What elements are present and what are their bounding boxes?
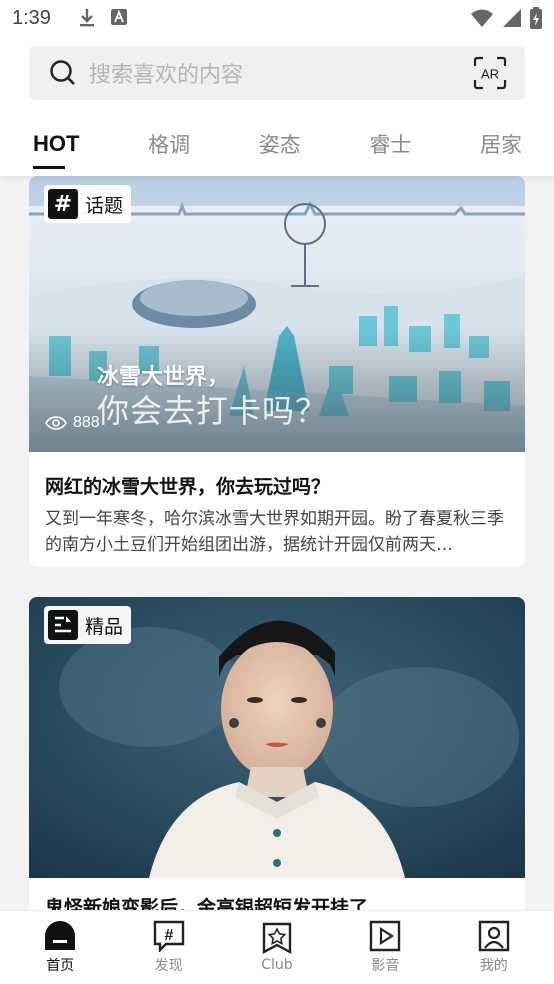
premium-badge: 精品	[44, 606, 132, 644]
club-icon	[260, 922, 294, 954]
discover-icon: #	[152, 920, 186, 952]
tab-style[interactable]: 格调	[148, 129, 190, 165]
status-bar: 1:39	[0, 0, 554, 36]
article-feed: # 话题 冰雪大世界， 你会去打卡吗？ 888 网红的冰雪大世界，你去玩过吗？ …	[0, 176, 554, 910]
nav-profile-label: 我的	[479, 958, 508, 974]
article-image[interactable]: 精品	[29, 597, 525, 878]
signal-icon	[502, 8, 522, 28]
status-time: 1:39	[12, 6, 51, 29]
tab-ruishi[interactable]: 睿士	[369, 129, 411, 165]
article-card[interactable]: 精品 鬼怪新娘变影后，金高银超短发开挂了	[29, 597, 525, 910]
nav-home[interactable]: 首页	[15, 920, 105, 975]
search-input[interactable]: 搜索喜欢的内容 AR	[29, 46, 525, 100]
bottom-navigation: 首页 # 发现 Club 影音 我的	[0, 910, 554, 984]
view-count: 888	[45, 414, 100, 432]
search-area: 搜索喜欢的内容 AR	[0, 36, 554, 118]
home-icon	[43, 920, 77, 952]
article-title[interactable]: 鬼怪新娘变影后，金高银超短发开挂了	[45, 893, 368, 910]
profile-icon	[477, 920, 511, 952]
image-subtitle: 你会去打卡吗？	[97, 392, 329, 430]
eye-icon	[45, 416, 67, 430]
article-title[interactable]: 网红的冰雪大世界，你去玩过吗？	[45, 472, 330, 499]
notification-a-icon	[110, 8, 128, 28]
nav-profile[interactable]: 我的	[449, 920, 539, 975]
article-image[interactable]: # 话题 冰雪大世界， 你会去打卡吗？ 888	[29, 176, 525, 452]
search-placeholder: 搜索喜欢的内容	[89, 63, 244, 88]
article-card[interactable]: # 话题 冰雪大世界， 你会去打卡吗？ 888 网红的冰雪大世界，你去玩过吗？ …	[29, 176, 525, 567]
tab-home-living[interactable]: 居家	[480, 129, 522, 165]
download-icon	[78, 8, 96, 28]
nav-video[interactable]: 影音	[340, 920, 430, 975]
view-count-value: 888	[73, 414, 100, 431]
nav-club[interactable]: Club	[232, 922, 322, 973]
wifi-icon	[470, 8, 494, 28]
ar-scan-icon[interactable]: AR	[473, 56, 507, 90]
nav-home-label: 首页	[46, 958, 75, 974]
document-icon	[48, 610, 78, 640]
article-summary: 又到一年寒冬，哈尔滨冰雪大世界如期开园。盼了春夏秋三季的南方小土豆们开始组团出游…	[45, 509, 504, 555]
nav-discover-label: 发现	[154, 958, 183, 974]
category-tabs: HOT 格调 姿态 睿士 居家	[0, 118, 554, 176]
topic-badge: # 话题	[44, 185, 132, 223]
tab-hot[interactable]: HOT	[33, 131, 79, 169]
nav-video-label: 影音	[371, 958, 400, 974]
tab-posture[interactable]: 姿态	[259, 129, 301, 165]
nav-club-label: Club	[261, 957, 293, 973]
battery-icon	[530, 7, 542, 29]
hashtag-icon: #	[48, 189, 78, 219]
badge-label: 话题	[85, 194, 124, 217]
badge-label: 精品	[85, 615, 124, 638]
video-icon	[368, 920, 402, 952]
svg-text:#: #	[164, 927, 173, 944]
search-icon[interactable]	[49, 59, 77, 87]
nav-discover[interactable]: # 发现	[124, 920, 214, 975]
svg-text:AR: AR	[481, 67, 499, 82]
